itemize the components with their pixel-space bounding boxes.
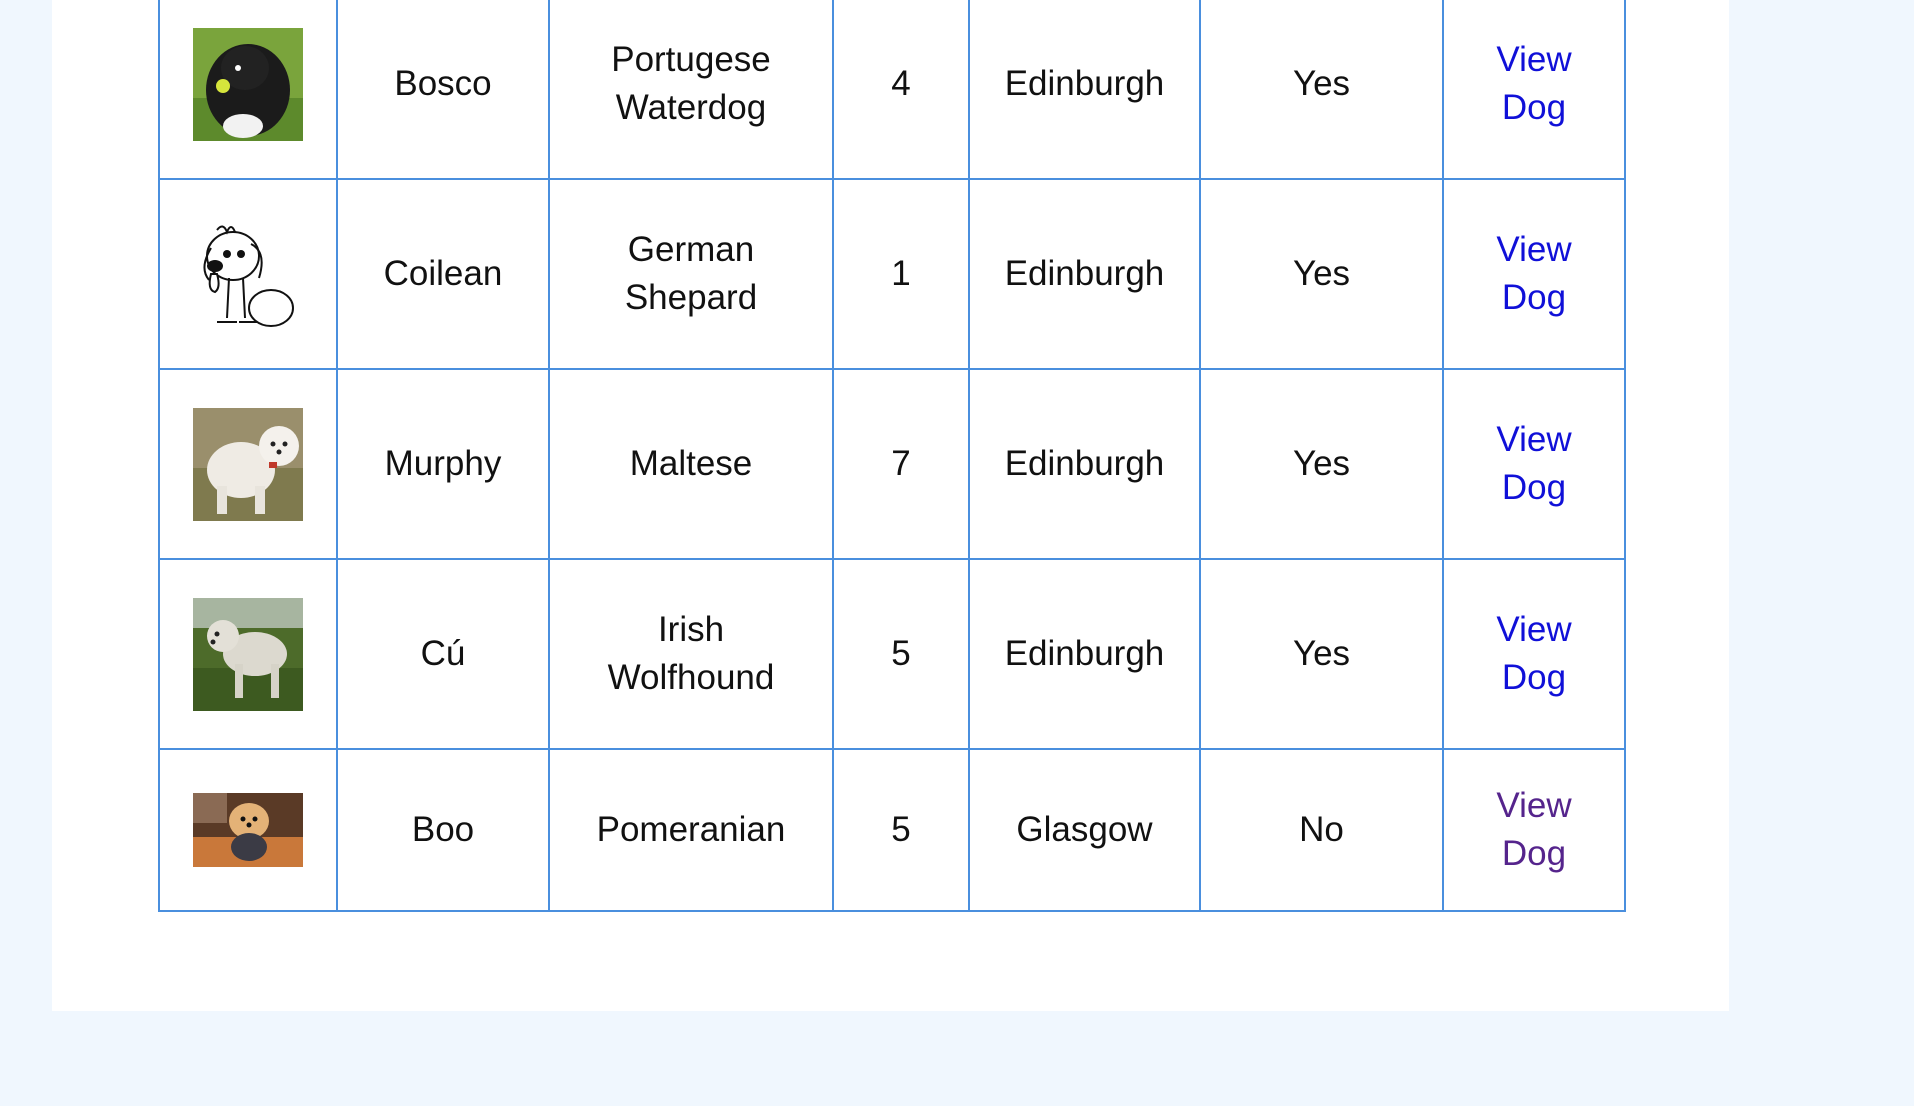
pomeranian-photo [193, 793, 303, 867]
photo-cell [158, 558, 338, 750]
photo-cell [158, 748, 338, 912]
dog-age: 4 [832, 0, 970, 180]
dog-location: Edinburgh [968, 0, 1201, 180]
dog-photo [193, 597, 303, 711]
grey-dog-on-grass-photo [193, 597, 303, 711]
view-dog-cell: View Dog [1442, 368, 1626, 560]
dog-name: Cú [336, 558, 550, 750]
photo-cell [158, 0, 338, 180]
dog-photo [193, 407, 303, 521]
table-row: Bosco Portugese Waterdog 4 Edinburgh Yes … [158, 0, 1626, 180]
dog-photo [193, 27, 303, 141]
view-dog-cell: View Dog [1442, 178, 1626, 370]
photo-cell [158, 368, 338, 560]
view-dog-cell: View Dog [1442, 0, 1626, 180]
dog-location: Edinburgh [968, 178, 1201, 370]
dog-breed: Irish Wolfhound [548, 558, 834, 750]
dog-age: 5 [832, 558, 970, 750]
dog-location: Edinburgh [968, 368, 1201, 560]
dog-availability: No [1199, 748, 1444, 912]
dog-availability: Yes [1199, 0, 1444, 180]
dog-age: 1 [832, 178, 970, 370]
view-dog-cell: View Dog [1442, 748, 1626, 912]
view-dog-link[interactable]: View Dog [1496, 782, 1571, 878]
dog-name: Bosco [336, 0, 550, 180]
dog-name: Coilean [336, 178, 550, 370]
dog-breed: German Shepard [548, 178, 834, 370]
table-row: Cú Irish Wolfhound 5 Edinburgh Yes View Do… [158, 558, 1626, 750]
table-row: Boo Pomeranian 5 Glasgow No View Dog [158, 748, 1626, 912]
dog-availability: Yes [1199, 558, 1444, 750]
view-dog-link[interactable]: View Dog [1496, 36, 1571, 132]
dog-age: 5 [832, 748, 970, 912]
dog-location: Edinburgh [968, 558, 1201, 750]
white-fluffy-dog-photo [193, 407, 303, 521]
table-row: Murphy Maltese 7 Edinburgh Yes View Dog [158, 368, 1626, 560]
dog-breed: Portugese Waterdog [548, 0, 834, 180]
dog-location: Glasgow [968, 748, 1201, 912]
view-dog-link[interactable]: View Dog [1496, 226, 1571, 322]
view-dog-link[interactable]: View Dog [1496, 416, 1571, 512]
dog-photo [193, 793, 303, 867]
dog-name: Murphy [336, 368, 550, 560]
dog-photo [193, 217, 303, 331]
dogs-table: Bosco Portugese Waterdog 4 Edinburgh Yes … [158, 0, 1626, 912]
view-dog-cell: View Dog [1442, 558, 1626, 750]
cartoon-dog-drawing [193, 217, 303, 331]
dog-breed: Maltese [548, 368, 834, 560]
view-dog-link[interactable]: View Dog [1496, 606, 1571, 702]
content-panel: Bosco Portugese Waterdog 4 Edinburgh Yes … [52, 0, 1729, 1011]
black-curly-dog-photo [193, 27, 303, 141]
table-row: Coilean German Shepard 1 Edinburgh Yes Vi… [158, 178, 1626, 370]
dog-breed: Pomeranian [548, 748, 834, 912]
dog-name: Boo [336, 748, 550, 912]
photo-cell [158, 178, 338, 370]
dog-availability: Yes [1199, 178, 1444, 370]
dog-age: 7 [832, 368, 970, 560]
dog-availability: Yes [1199, 368, 1444, 560]
